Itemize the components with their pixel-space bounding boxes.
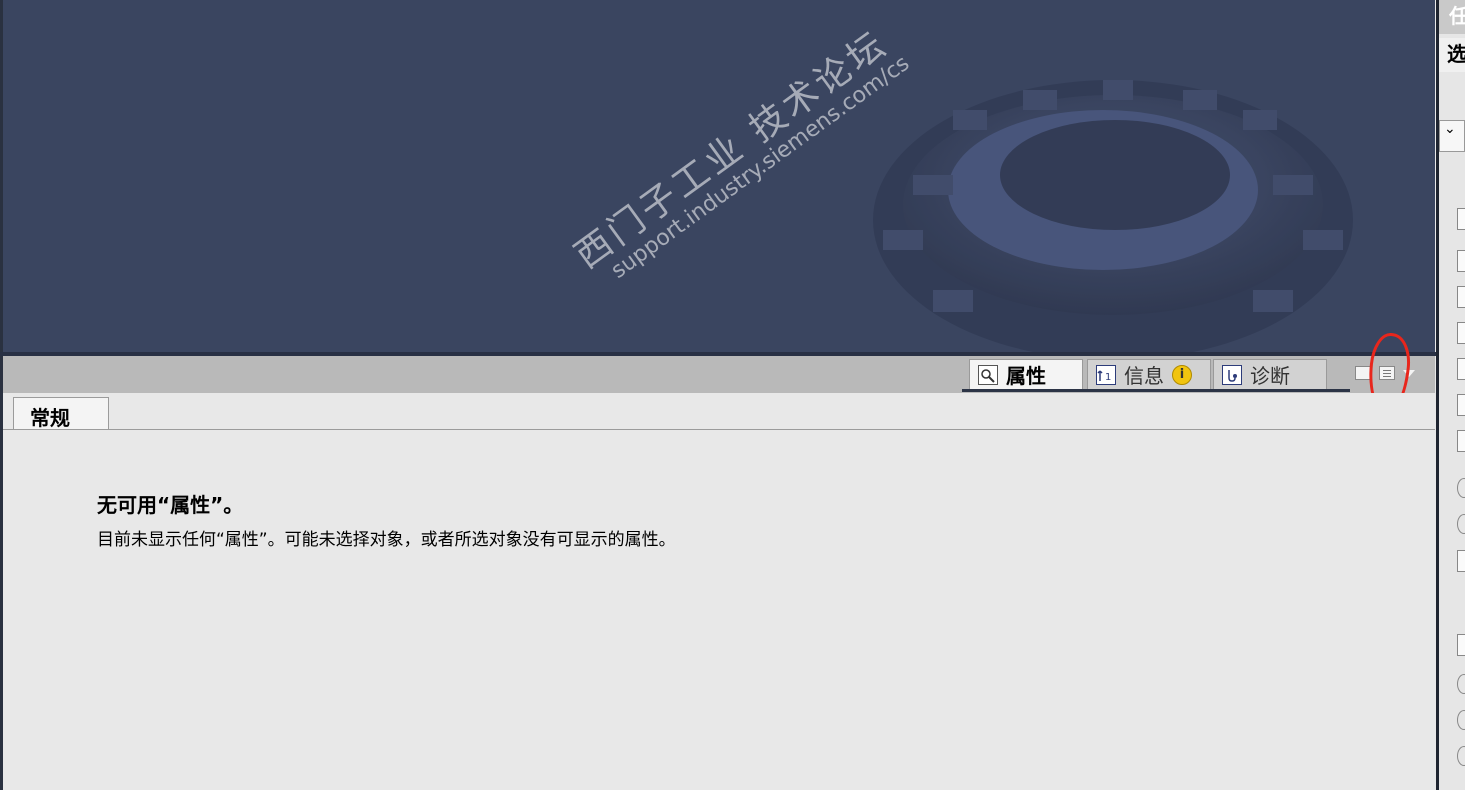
tab-properties-label: 属性 bbox=[1006, 364, 1046, 388]
tab-general[interactable]: 常规 bbox=[13, 397, 109, 430]
option-checkbox[interactable] bbox=[1457, 322, 1465, 344]
option-checkbox[interactable] bbox=[1457, 358, 1465, 380]
inspector-tab-bar: 属性 1 信息 i 诊断 bbox=[3, 356, 1435, 393]
option-radio[interactable] bbox=[1457, 746, 1465, 766]
gear-logo-icon bbox=[873, 80, 1353, 352]
info-badge-icon: i bbox=[1172, 364, 1192, 385]
option-radio[interactable] bbox=[1457, 674, 1465, 694]
option-checkbox[interactable] bbox=[1457, 550, 1465, 572]
svg-text:1: 1 bbox=[1105, 372, 1111, 383]
content-divider bbox=[3, 429, 1435, 430]
option-radio[interactable] bbox=[1457, 514, 1465, 534]
option-checkbox[interactable] bbox=[1457, 208, 1465, 230]
chevron-down-icon[interactable]: ⌄ bbox=[1439, 120, 1465, 152]
info-list-icon: 1 bbox=[1096, 364, 1116, 385]
option-checkbox[interactable] bbox=[1457, 286, 1465, 308]
option-checkbox[interactable] bbox=[1457, 634, 1465, 656]
tab-info[interactable]: 1 信息 i bbox=[1087, 359, 1211, 390]
inspector-content: 常规 无可用“属性”。 目前未显示任何“属性”。可能未选择对象，或者所选对象没有… bbox=[3, 393, 1435, 790]
option-checkbox[interactable] bbox=[1457, 250, 1465, 272]
tab-info-label: 信息 bbox=[1124, 364, 1164, 388]
work-area bbox=[3, 0, 1435, 352]
option-radio[interactable] bbox=[1457, 710, 1465, 730]
tab-diagnostics-label: 诊断 bbox=[1250, 364, 1290, 388]
diagnostics-icon bbox=[1222, 364, 1242, 385]
no-properties-description: 目前未显示任何“属性”。可能未选择对象，或者所选对象没有可显示的属性。 bbox=[97, 530, 676, 550]
tab-diagnostics[interactable]: 诊断 bbox=[1213, 359, 1327, 390]
task-panel: 任 选 ⌄ bbox=[1436, 0, 1465, 790]
tab-underline bbox=[962, 389, 1350, 392]
no-properties-title: 无可用“属性”。 bbox=[97, 493, 244, 517]
properties-magnifier-icon bbox=[978, 364, 998, 385]
task-panel-section-header: 选 bbox=[1439, 38, 1465, 72]
option-checkbox[interactable] bbox=[1457, 430, 1465, 452]
tab-properties[interactable]: 属性 bbox=[969, 359, 1083, 390]
task-panel-header: 任 bbox=[1439, 0, 1465, 34]
option-checkbox[interactable] bbox=[1457, 394, 1465, 416]
option-radio[interactable] bbox=[1457, 478, 1465, 498]
